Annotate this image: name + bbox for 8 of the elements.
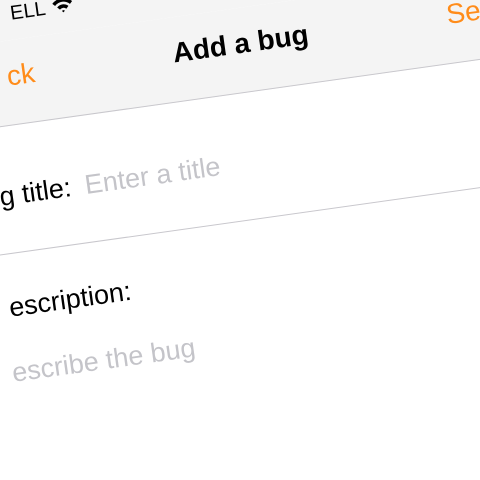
carrier-name: ELL — [8, 0, 48, 26]
send-button[interactable]: Se — [444, 0, 480, 31]
screen-title: Add a bug — [170, 18, 311, 70]
field-label: g title: — [0, 172, 74, 212]
back-button[interactable]: ck — [4, 57, 37, 93]
wifi-icon — [50, 0, 74, 15]
title-field[interactable]: Enter a title — [82, 128, 384, 200]
field-label: escription: — [7, 276, 134, 323]
